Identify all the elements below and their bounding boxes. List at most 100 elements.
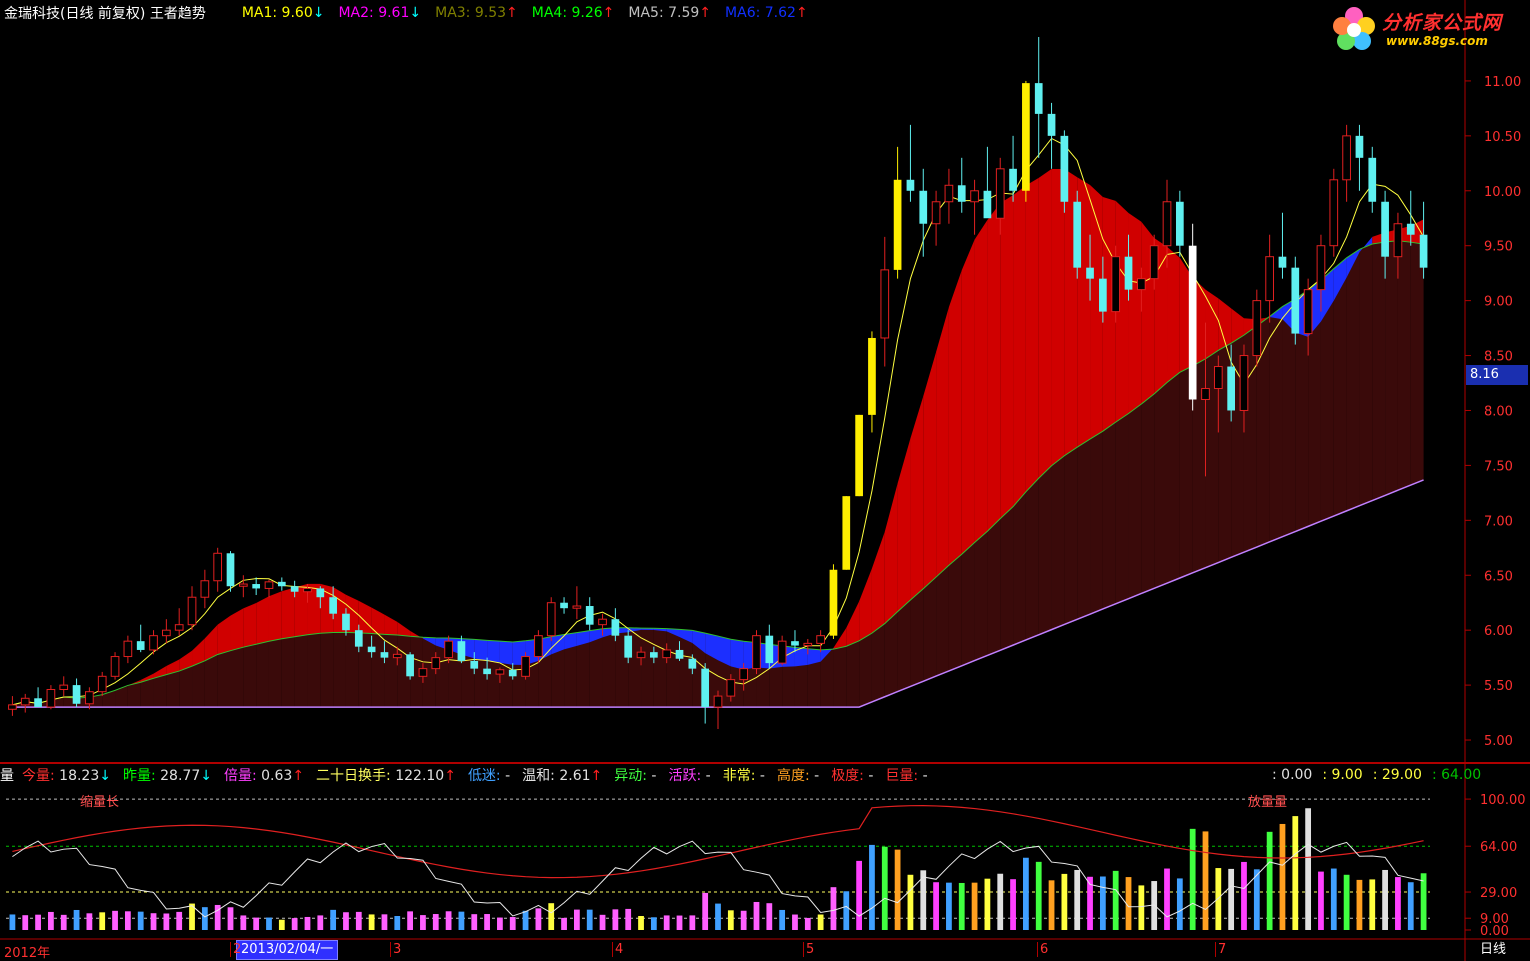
long-trend-band bbox=[910, 588, 924, 687]
candle-body bbox=[431, 657, 441, 670]
trend-ribbon bbox=[897, 438, 911, 612]
volume-legend-item: 昨量: 28.77↓ bbox=[122, 768, 212, 784]
long-trend-band bbox=[115, 685, 128, 708]
long-trend-band bbox=[948, 554, 962, 671]
volume-bar bbox=[137, 911, 144, 930]
volume-legend-item: 极度: - bbox=[831, 768, 874, 784]
trend-ribbon bbox=[987, 203, 1001, 532]
candle-body bbox=[418, 668, 428, 677]
candle-body bbox=[444, 640, 453, 659]
volume-annotation: 放量量 bbox=[1248, 795, 1287, 810]
volume-bar bbox=[9, 914, 16, 930]
volume-bar bbox=[1420, 873, 1427, 930]
long-trend-band bbox=[602, 627, 616, 708]
candle-body bbox=[739, 668, 749, 681]
volume-bar bbox=[984, 878, 991, 930]
candle-body bbox=[1381, 201, 1389, 257]
volume-bar bbox=[355, 911, 362, 930]
candle-body bbox=[85, 691, 94, 705]
candle-body bbox=[957, 185, 966, 202]
candle-body bbox=[1278, 256, 1287, 268]
volume-bar bbox=[60, 914, 67, 930]
volume-bar bbox=[368, 914, 375, 930]
volume-bar bbox=[1279, 823, 1286, 930]
candle-body bbox=[1213, 366, 1223, 390]
candle-body bbox=[944, 184, 954, 203]
long-trend-band bbox=[1077, 439, 1091, 620]
ma-legend-item: MA4: 9.26↑ bbox=[531, 5, 615, 21]
period-label[interactable]: 日线 bbox=[1466, 940, 1530, 960]
volume-bar bbox=[432, 914, 439, 930]
trend-ribbon bbox=[281, 587, 295, 639]
candle-body bbox=[8, 704, 17, 710]
volume-bar bbox=[702, 892, 709, 930]
long-trend-band bbox=[307, 633, 321, 708]
trend-ribbon bbox=[474, 639, 488, 662]
price-tick-label: 9.50 bbox=[1484, 240, 1513, 255]
candle-body bbox=[560, 602, 568, 609]
volume-legend-item: 今量: 18.23↓ bbox=[22, 768, 111, 784]
candle-body bbox=[495, 669, 505, 675]
volume-legend-item: 活跃: - bbox=[668, 768, 711, 784]
trend-ribbon bbox=[923, 352, 937, 589]
trend-ribbon bbox=[910, 396, 924, 601]
volume-bar bbox=[933, 882, 939, 930]
trend-ribbon bbox=[499, 641, 513, 665]
trend-ribbon bbox=[974, 219, 988, 543]
long-trend-band bbox=[230, 647, 244, 708]
trend-ribbon bbox=[397, 621, 411, 637]
price-tick-label: 8.00 bbox=[1484, 404, 1513, 419]
candle-body bbox=[1009, 168, 1017, 191]
long-trend-band bbox=[1397, 240, 1411, 491]
volume-bar bbox=[804, 917, 811, 930]
volume-bar bbox=[99, 912, 106, 930]
ma-legend-item: MA2: 9.61↓ bbox=[338, 5, 422, 21]
candle-body bbox=[701, 668, 710, 708]
candle-body bbox=[1252, 300, 1262, 357]
volume-bar bbox=[522, 910, 529, 930]
candle-body bbox=[765, 635, 774, 664]
long-trend-band bbox=[127, 682, 141, 708]
long-trend-band bbox=[653, 628, 667, 708]
volume-legend-item: 巨量: - bbox=[885, 768, 928, 784]
candle-body bbox=[636, 651, 646, 659]
volume-bar bbox=[1407, 882, 1414, 930]
candle-body bbox=[20, 697, 30, 706]
candle-body bbox=[1355, 135, 1364, 158]
volume-bar bbox=[946, 882, 952, 930]
chart-canvas[interactable]: 11.00 10.50 10.00 9.50 9.00 8.50 8.00 7.50 7.00 6… bbox=[0, 0, 1530, 961]
candle-body bbox=[392, 653, 402, 659]
price-tick-label: 10.00 bbox=[1484, 185, 1521, 200]
candle-body bbox=[1303, 289, 1313, 335]
volume-bar bbox=[612, 909, 619, 930]
cursor-date-box: 2013/02/04/一 bbox=[236, 940, 339, 960]
volume-bar bbox=[792, 914, 798, 930]
volume-bar bbox=[971, 882, 978, 930]
volume-bar bbox=[625, 908, 632, 930]
candle-body bbox=[1099, 278, 1107, 312]
candle-body bbox=[880, 269, 890, 339]
volume-legend-items: 今量: 18.23↓ 昨量: 28.77↓ 倍量: 0.63↑ 二十日换手: 122.… bbox=[22, 765, 940, 785]
month-tick: 6 bbox=[1037, 942, 1048, 957]
volume-bar bbox=[304, 916, 311, 930]
ma-legend-items: MA1: 9.60↓ MA2: 9.61↓ MA3: 9.53↑ MA4: 9.26↑… bbox=[242, 5, 822, 21]
long-trend-band bbox=[243, 644, 257, 708]
trend-ribbon bbox=[1025, 177, 1039, 492]
month-tick: 3 bbox=[390, 942, 401, 957]
brand-url: www.88gs.com bbox=[1386, 34, 1488, 48]
volume-bar bbox=[869, 844, 875, 930]
candle-body bbox=[713, 695, 723, 708]
candle-body bbox=[726, 679, 736, 697]
volume-bar bbox=[73, 909, 80, 930]
volume-bar bbox=[48, 911, 54, 930]
long-trend-band bbox=[217, 650, 231, 708]
volume-bar bbox=[112, 910, 118, 930]
volume-bar bbox=[291, 918, 298, 930]
volume-bar bbox=[881, 846, 888, 930]
candle-body bbox=[662, 649, 672, 659]
long-trend-band bbox=[384, 634, 398, 708]
long-trend-band bbox=[936, 565, 949, 677]
long-trend-band bbox=[1102, 422, 1116, 609]
candle-body bbox=[1022, 83, 1030, 191]
volume-bar bbox=[830, 887, 837, 930]
